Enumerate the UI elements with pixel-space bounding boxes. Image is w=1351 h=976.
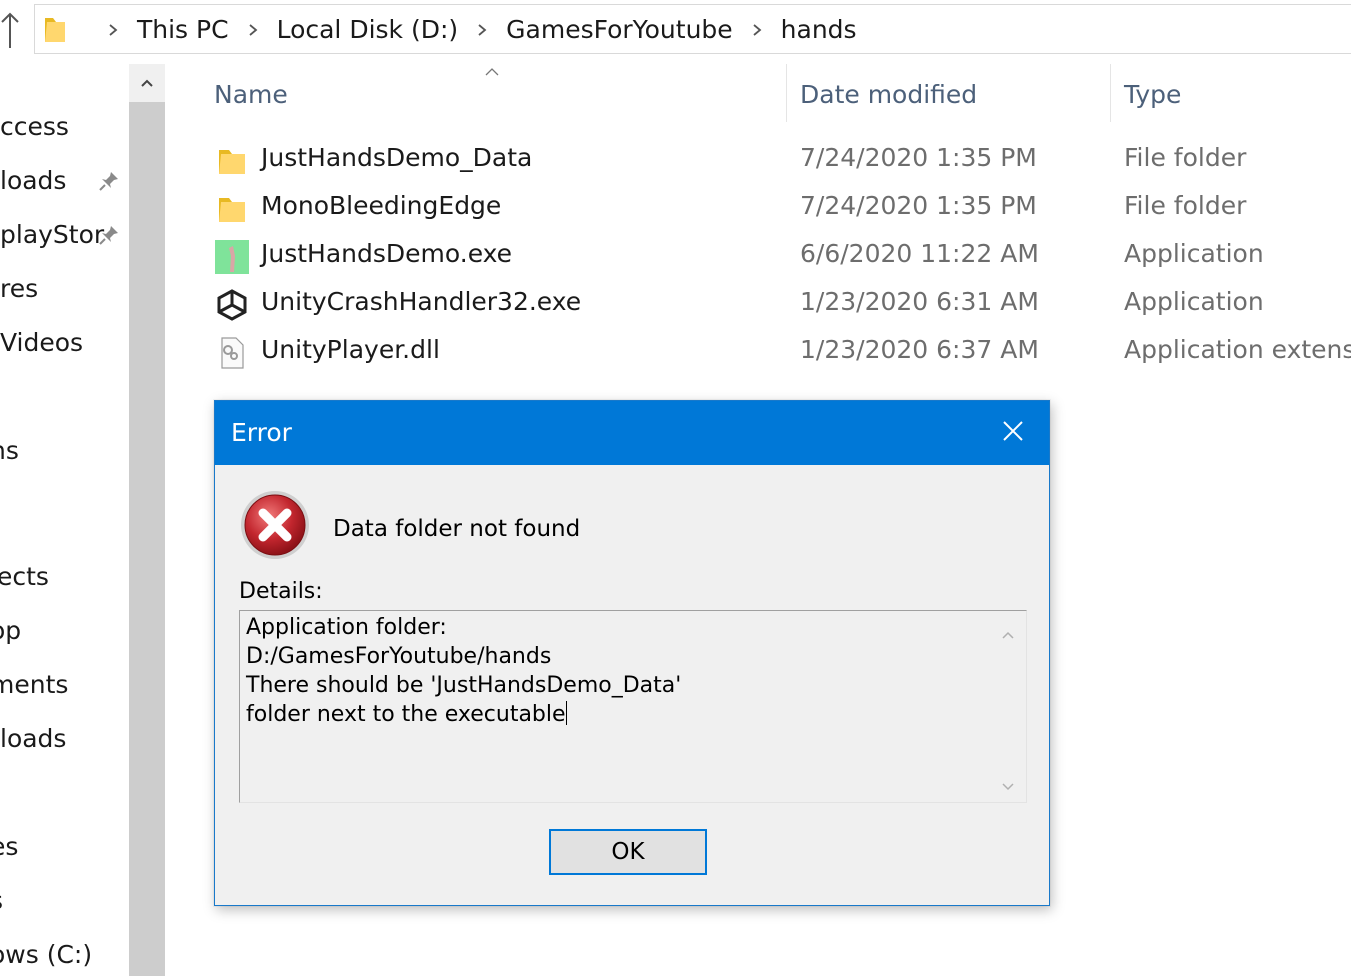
unity-icon [215, 288, 249, 322]
file-row[interactable]: MonoBleedingEdge 7/24/2020 1:35 PM File … [200, 186, 1351, 234]
column-header-type[interactable]: Type [1124, 80, 1181, 109]
breadcrumb-gamesforyoutube[interactable]: GamesForYoutube [506, 15, 733, 44]
nav-item[interactable]: ows (C:) [0, 940, 92, 969]
breadcrumb-hands[interactable]: hands [781, 15, 857, 44]
up-arrow-icon[interactable] [0, 8, 24, 52]
error-message: Data folder not found [333, 516, 581, 542]
file-type: Application extens... [1124, 335, 1351, 364]
folder-icon [215, 192, 249, 226]
details-textbox[interactable]: Application folder: D:/GamesForYoutube/h… [239, 610, 1027, 803]
chevron-right-icon [246, 22, 260, 36]
column-divider[interactable] [1110, 64, 1111, 122]
details-scrollbar[interactable] [990, 611, 1026, 802]
nav-item[interactable]: res [0, 274, 38, 303]
file-date: 6/6/2020 11:22 AM [800, 239, 1039, 268]
pin-icon[interactable] [98, 224, 120, 246]
ok-button[interactable]: OK [549, 829, 707, 875]
chevron-right-icon [475, 22, 489, 36]
column-header-date-modified[interactable]: Date modified [800, 80, 977, 109]
error-icon [239, 489, 311, 561]
file-date: 1/23/2020 6:37 AM [800, 335, 1039, 364]
file-row[interactable]: UnityPlayer.dll 1/23/2020 6:37 AM Applic… [200, 330, 1351, 378]
file-type: File folder [1124, 143, 1247, 172]
nav-item[interactable]: ments [0, 670, 68, 699]
nav-item[interactable]: Videos [0, 328, 83, 357]
file-row[interactable]: JustHandsDemo_Data 7/24/2020 1:35 PM Fil… [200, 138, 1351, 186]
app-icon [215, 240, 249, 274]
folder-icon [215, 144, 249, 178]
nav-item[interactable]: ccess [0, 112, 69, 141]
close-button[interactable] [977, 401, 1049, 465]
file-date: 1/23/2020 6:31 AM [800, 287, 1039, 316]
file-type: Application [1124, 287, 1264, 316]
breadcrumb-local-disk[interactable]: Local Disk (D:) [277, 15, 459, 44]
details-label: Details: [239, 579, 323, 604]
nav-item[interactable]: op [0, 616, 21, 645]
nav-item[interactable]: ns [0, 436, 19, 465]
pin-icon[interactable] [98, 170, 120, 192]
dll-icon [215, 336, 249, 370]
error-dialog: Error Data folder not found Details: App… [214, 400, 1050, 906]
file-name: MonoBleedingEdge [261, 191, 502, 220]
close-icon [1003, 421, 1023, 445]
file-name: UnityPlayer.dll [261, 335, 440, 364]
nav-item[interactable]: loads [0, 724, 66, 753]
chevron-right-icon [750, 22, 764, 36]
dialog-titlebar[interactable]: Error [215, 401, 1049, 465]
nav-item[interactable]: playStor [0, 220, 104, 249]
nav-item[interactable]: s [0, 886, 3, 915]
details-content: Application folder: D:/GamesForYoutube/h… [246, 615, 682, 727]
navigation-pane: ccess loads playStor res Videos ns jects… [0, 56, 128, 976]
scroll-thumb[interactable] [129, 102, 165, 976]
scroll-down-icon[interactable] [1000, 777, 1016, 791]
address-bar[interactable]: This PC Local Disk (D:) GamesForYoutube … [34, 4, 1351, 54]
file-name: JustHandsDemo_Data [261, 143, 533, 172]
navigation-scrollbar[interactable] [129, 64, 165, 976]
breadcrumb-this-pc[interactable]: This PC [137, 15, 229, 44]
file-date: 7/24/2020 1:35 PM [800, 191, 1037, 220]
scroll-up-icon[interactable] [1000, 625, 1016, 639]
nav-item[interactable]: jects [0, 562, 49, 591]
folder-icon [43, 14, 71, 44]
file-type: Application [1124, 239, 1264, 268]
file-date: 7/24/2020 1:35 PM [800, 143, 1037, 172]
file-name: JustHandsDemo.exe [261, 239, 513, 268]
file-row[interactable]: JustHandsDemo.exe 6/6/2020 11:22 AM Appl… [200, 234, 1351, 282]
column-divider[interactable] [786, 64, 787, 122]
file-row[interactable]: UnityCrashHandler32.exe 1/23/2020 6:31 A… [200, 282, 1351, 330]
file-name: UnityCrashHandler32.exe [261, 287, 582, 316]
sort-ascending-icon [484, 62, 500, 76]
nav-item[interactable]: loads [0, 166, 66, 195]
file-type: File folder [1124, 191, 1247, 220]
scroll-up-icon[interactable] [129, 64, 165, 102]
details-text[interactable]: Application folder: D:/GamesForYoutube/h… [246, 613, 976, 729]
chevron-right-icon [106, 22, 120, 36]
text-caret [565, 701, 567, 725]
column-header-name[interactable]: Name [214, 80, 288, 109]
nav-item[interactable]: es [0, 832, 18, 861]
dialog-title: Error [231, 418, 292, 447]
